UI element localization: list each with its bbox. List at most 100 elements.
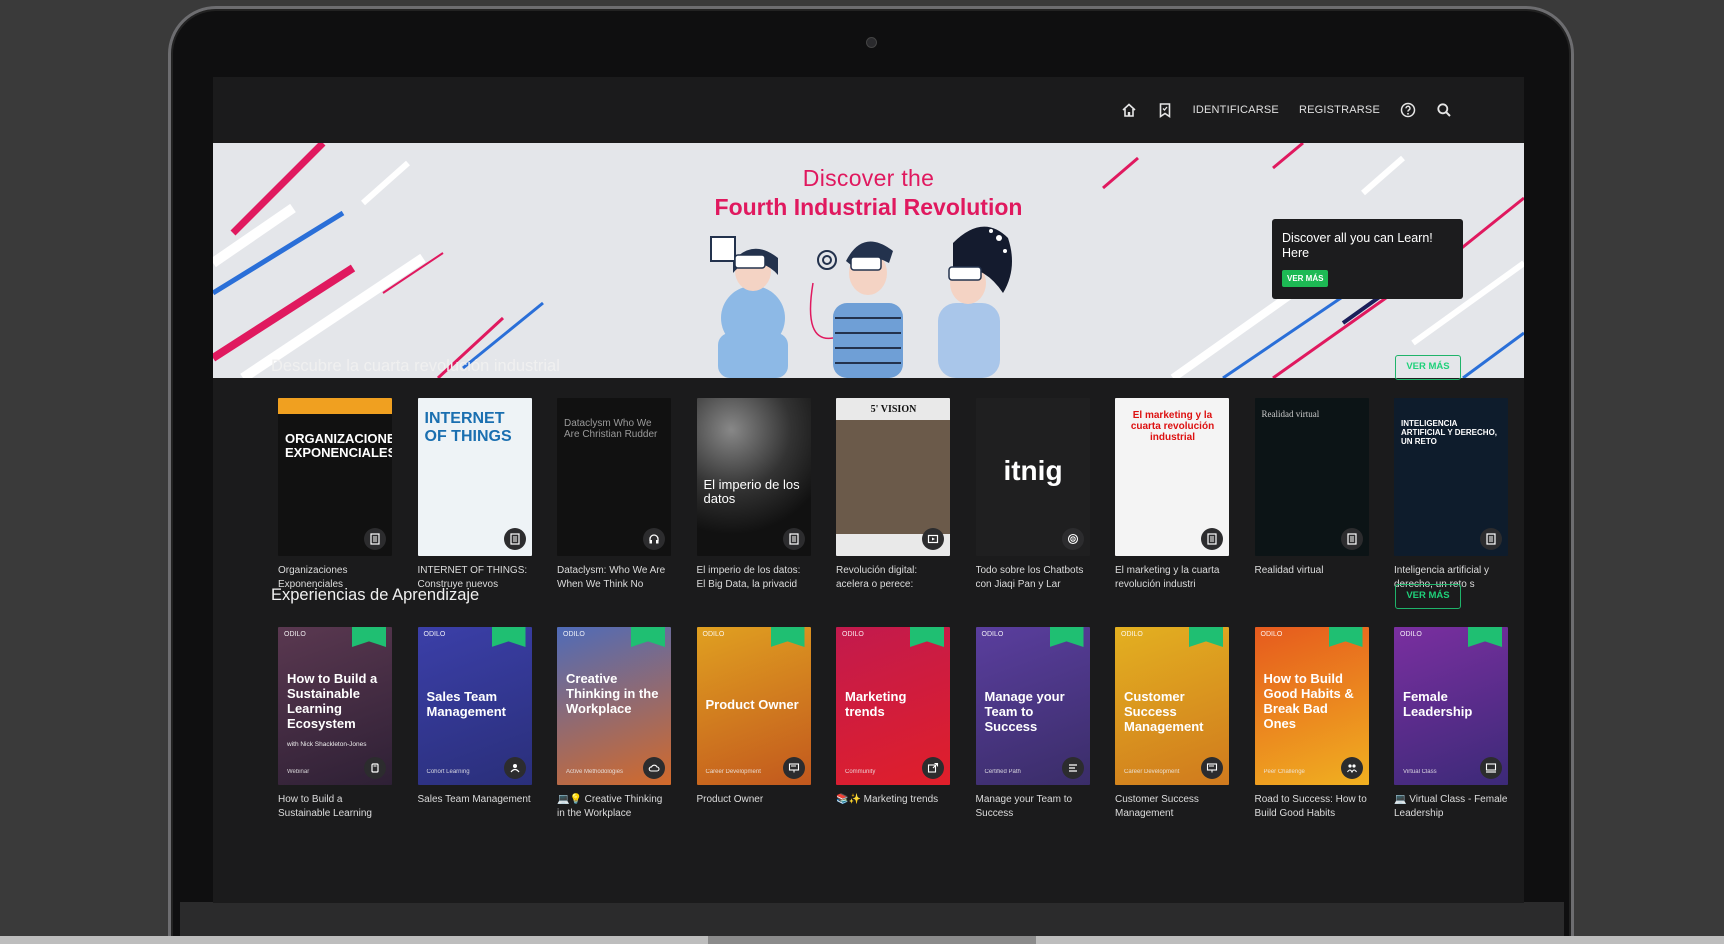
experience-type: Webinar [287,769,310,775]
headphones-icon [643,528,665,550]
book-cover[interactable]: itnig [975,398,1090,556]
banner-see-more-button[interactable]: VER MÁS [1282,270,1329,287]
book-card[interactable]: ORGANIZACIONES EXPONENCIALESOrganizacion… [278,398,392,592]
home-icon[interactable] [1121,102,1137,118]
experience-card[interactable]: ODILO Sales Team Management Cohort Learnin… [417,627,532,821]
book-cover-title: INTELIGENCIA ARTIFICIAL Y DERECHO, UN RE… [1401,419,1498,446]
experience-type: Active Methodologies [566,769,624,775]
banner-title: Discover the Fourth Industrial Revolutio… [213,165,1524,221]
book-card[interactable]: INTELIGENCIA ARTIFICIAL Y DERECHO, UN RE… [1394,398,1508,592]
experience-card[interactable]: ODILO Product Owner Career Development Prod… [696,627,811,821]
experience-card[interactable]: ODILO Manage your Team to Success Certifie… [975,627,1090,821]
cloud-icon [643,757,665,779]
experience-card[interactable]: ODILO Customer Success Management Career D… [1115,627,1229,821]
experience-caption[interactable]: 📚✨ Marketing trends [836,793,950,821]
book-cover[interactable]: El marketing y la cuarta revolución indu… [1115,398,1229,556]
book-caption[interactable]: Revolución digital: acelera o perece: Pr… [836,564,950,592]
bookmark-ribbon [1049,627,1084,647]
experience-type: Career Development [1124,769,1180,775]
section2-see-more-button[interactable]: VER MÁS [1395,584,1461,609]
section1-see-more-button[interactable]: VER MÁS [1395,355,1461,380]
experience-cover[interactable]: ODILO Marketing trends Community [836,627,950,785]
experience-cover[interactable]: ODILO Manage your Team to Success Certifie… [975,627,1090,785]
book-cover[interactable]: Dataclysm Who We Are Christian Rudder [557,398,671,556]
section-title-learning-experiences: Experiencias de Aprendizaje [271,586,480,604]
experience-card[interactable]: ODILO Female Leadership Virtual Class 💻 Vir… [1394,627,1508,821]
experience-caption[interactable]: 💻💡 Creative Thinking in the Workplace [557,793,671,821]
presentation-icon [1201,757,1223,779]
book-cover[interactable]: 5' VISION [836,398,950,556]
experience-caption[interactable]: 💻 Virtual Class - Female Leadership [1394,793,1508,821]
experience-cover[interactable]: ODILO Female Leadership Virtual Class [1394,627,1508,785]
book-carousel: ORGANIZACIONES EXPONENCIALESOrganizacion… [278,398,1524,598]
experience-card[interactable]: ODILO How to Build Good Habits & Break Ba… [1254,627,1369,821]
experience-card[interactable]: ODILO How to Build a Sustainable Learning… [278,627,392,821]
experience-cover[interactable]: ODILO Customer Success Management Career D… [1115,627,1229,785]
book-card[interactable]: Dataclysm Who We Are Christian Rudder Dat… [557,398,671,592]
experience-card[interactable]: ODILO Marketing trends Community 📚✨ Marketi… [836,627,950,821]
book-card[interactable]: INTERNET OF THINGS INTERNET OF THINGS: Co… [417,398,532,592]
bookmark-ribbon [1189,627,1223,647]
experience-card[interactable]: ODILO Creative Thinking in the Workplace A… [557,627,671,821]
laptop-bezel-bottom [180,902,1564,936]
section-title-industrial-revolution: Descubre la cuarta revolución industrial [271,357,560,375]
book-caption[interactable]: Realidad virtual [1255,564,1369,592]
register-link[interactable]: REGISTRARSE [1299,104,1380,116]
bookmark-ribbon [491,627,526,647]
book-card[interactable]: Realidad virtual Realidad virtual [1254,398,1369,592]
book-cover-title: INTERNET OF THINGS [424,410,512,445]
people-icon [1340,757,1363,779]
hero-banner[interactable]: Discover the Fourth Industrial Revolutio… [213,143,1524,378]
experience-caption[interactable]: Manage your Team to Success [976,793,1090,821]
webcam [866,37,877,48]
top-navigation: IDENTIFICARSE REGISTRARSE [213,77,1524,143]
login-link[interactable]: IDENTIFICARSE [1193,104,1279,116]
experience-cover[interactable]: ODILO How to Build a Sustainable Learning… [278,627,392,785]
book-cover[interactable]: ORGANIZACIONES EXPONENCIALES [278,398,392,556]
experience-caption[interactable]: Road to Success: How to Build Good Habit… [1255,793,1369,821]
book-caption[interactable]: Dataclysm: Who We Are When We Think No [557,564,671,592]
book-card[interactable]: itnig Todo sobre los Chatbots con Jiaqi P… [975,398,1090,592]
bookmark-ribbon [631,627,665,647]
document-icon [1480,528,1502,550]
book-caption[interactable]: Todo sobre los Chatbots con Jiaqi Pan y … [976,564,1090,592]
experience-cover-title: How to Build Good Habits & Break Bad One… [1263,671,1354,731]
search-icon[interactable] [1436,102,1452,118]
book-card[interactable]: 5' VISION Revolución digital: acelera o p… [836,398,950,592]
book-cover-title: 5' VISION [870,404,917,415]
experience-cover[interactable]: ODILO Sales Team Management Cohort Learnin… [417,627,532,785]
presentation-icon [782,757,805,779]
experience-cover[interactable]: ODILO Creative Thinking in the Workplace A… [557,627,671,785]
experience-cover-title: Manage your Team to Success [984,689,1065,734]
document-icon [782,528,805,550]
bookmark-ribbon [1328,627,1363,647]
book-card[interactable]: El marketing y la cuarta revolución indu… [1115,398,1229,592]
book-cover[interactable]: El imperio de los datos [696,398,811,556]
book-caption[interactable]: El marketing y la cuarta revolución indu… [1115,564,1229,592]
experience-caption[interactable]: How to Build a Sustainable Learning Ecos… [278,793,392,821]
banner-callout-text: Discover all you can Learn! Here [1282,231,1433,260]
experience-cover-title: Sales Team Management [426,689,506,719]
book-caption[interactable]: El imperio de los datos: El Big Data, la… [697,564,811,592]
bookmark-ribbon [352,627,386,647]
experience-caption[interactable]: Customer Success Management [1115,793,1229,821]
book-cover[interactable]: INTERNET OF THINGS [417,398,532,556]
bookmark-ribbon [770,627,805,647]
bookmark-ribbon [1468,627,1502,647]
book-cover[interactable]: INTELIGENCIA ARTIFICIAL Y DERECHO, UN RE… [1394,398,1508,556]
experience-cover[interactable]: ODILO Product Owner Career Development [696,627,811,785]
book-card[interactable]: El imperio de los datos El imperio de los… [696,398,811,592]
experience-caption[interactable]: Sales Team Management [418,793,532,821]
experience-caption[interactable]: Product Owner [697,793,811,821]
book-cover-title: itnig [1003,455,1063,486]
book-cover-title: ORGANIZACIONES EXPONENCIALES [285,431,392,461]
bookmark-icon[interactable] [1157,102,1173,118]
help-icon[interactable] [1400,102,1416,118]
document-icon [1340,528,1363,550]
brand-logo: ODILO [702,631,725,638]
webinar-icon [364,757,386,779]
experience-cover[interactable]: ODILO How to Build Good Habits & Break Ba… [1254,627,1369,785]
book-cover[interactable]: Realidad virtual [1254,398,1369,556]
podcast-icon [1061,528,1084,550]
document-icon [364,528,386,550]
